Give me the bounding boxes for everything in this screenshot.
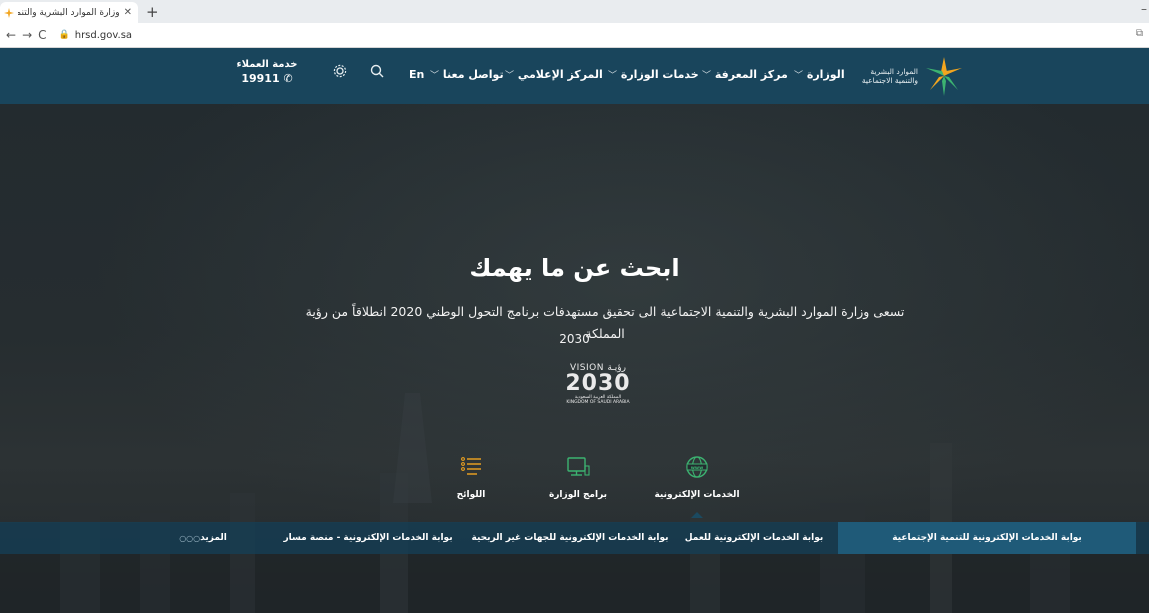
- browser-tabbar: وزارة الموارد البشرية والتنمية الاجتماعي…: [0, 0, 1149, 23]
- chevron-down-icon: ﹀: [702, 71, 712, 81]
- hero-title: ابحث عن ما يهمك: [469, 254, 680, 282]
- computer-icon: [567, 457, 590, 476]
- back-arrow-icon[interactable]: ←: [6, 28, 16, 42]
- translate-icon[interactable]: ⧉: [1136, 28, 1143, 39]
- nav-contact-us[interactable]: ﹀ تواصل معنا: [428, 68, 504, 81]
- lock-icon: 🔒: [58, 30, 70, 40]
- hero-section: ابحث عن ما يهمك تسعى وزارة الموارد البشر…: [0, 104, 1149, 613]
- more-dots-icon: ○○○: [179, 533, 201, 543]
- customer-service[interactable]: خدمة العملاء 19911 ✆: [232, 59, 302, 87]
- accessibility-settings-icon[interactable]: [333, 64, 347, 82]
- site-header: الموارد البشرية والتنمية الاجتماعية ﹀ ال…: [0, 48, 1149, 104]
- phone-icon: ✆: [283, 72, 293, 85]
- service-nonprofit-portal[interactable]: بوابة الخدمات الإلكترونية للجهات غير الر…: [470, 522, 670, 554]
- ministry-logo[interactable]: الموارد البشرية والتنمية الاجتماعية: [856, 54, 966, 98]
- list-icon: [461, 457, 481, 475]
- customer-service-label: خدمة العملاء: [236, 59, 298, 70]
- nav-knowledge-center[interactable]: ﹀ مركز المعرفة: [700, 68, 788, 81]
- category-label: الخدمات الإلكترونية: [654, 490, 740, 500]
- category-ministry-programs[interactable]: برامج الوزارة: [528, 454, 628, 500]
- chevron-down-icon: ﹀: [505, 71, 515, 81]
- svg-text:www: www: [691, 466, 703, 471]
- logo-line-2: والتنمية الاجتماعية: [861, 76, 918, 85]
- search-icon[interactable]: [370, 64, 384, 82]
- category-e-services[interactable]: www الخدمات الإلكترونية: [647, 454, 747, 518]
- ministry-emblem-icon: [926, 57, 962, 96]
- more-label: المزيد: [200, 533, 227, 543]
- site-favicon-icon: [4, 7, 14, 18]
- tab-title: وزارة الموارد البشرية والتنمية الاجتماعي…: [18, 7, 120, 18]
- service-labor-portal[interactable]: بوابة الخدمات الإلكترونية للعمل: [670, 522, 838, 554]
- globe-www-icon: www: [686, 456, 708, 478]
- url-field[interactable]: hrsd.gov.sa: [75, 30, 132, 41]
- logo-line-1: الموارد البشرية: [870, 67, 918, 76]
- nav-ministry[interactable]: ﹀ الوزارة: [792, 68, 845, 81]
- nav-ministry-services[interactable]: ﹀ خدمات الوزارة: [606, 68, 699, 81]
- category-label: برامج الوزارة: [548, 490, 608, 500]
- vision-2030-logo: VISION رؤيـة 2030 المملكة العربية السعود…: [565, 363, 631, 405]
- window-minimize-icon[interactable]: –: [1141, 2, 1147, 16]
- language-switch[interactable]: En: [409, 68, 424, 81]
- chevron-down-icon: ﹀: [430, 71, 440, 81]
- address-bar: ← → C 🔒 hrsd.gov.sa ⧉: [0, 23, 1149, 48]
- more-services-button[interactable]: المزيد ○○○: [160, 522, 240, 554]
- services-bar: بوابة الخدمات الإلكترونية للتنمية الإجتم…: [0, 522, 1149, 554]
- nav-media-center[interactable]: ﹀ المركز الإعلامي: [503, 68, 603, 81]
- category-regulations[interactable]: اللوائح: [421, 454, 521, 500]
- reload-icon[interactable]: C: [38, 28, 46, 42]
- browser-tab[interactable]: وزارة الموارد البشرية والتنمية الاجتماعي…: [0, 2, 138, 23]
- category-label: اللوائح: [456, 490, 486, 500]
- chevron-down-icon: ﹀: [608, 71, 618, 81]
- hero-subtitle-year: 2030: [559, 332, 590, 346]
- forward-arrow-icon[interactable]: →: [22, 28, 32, 42]
- tab-close-icon[interactable]: ✕: [124, 7, 132, 18]
- service-masar-platform[interactable]: بوابة الخدمات الإلكترونية - منصة مسار: [268, 522, 468, 554]
- service-social-development-portal[interactable]: بوابة الخدمات الإلكترونية للتنمية الإجتم…: [838, 522, 1136, 554]
- chevron-down-icon: ﹀: [794, 71, 804, 81]
- new-tab-button[interactable]: +: [146, 3, 159, 21]
- customer-service-number: 19911: [241, 72, 280, 85]
